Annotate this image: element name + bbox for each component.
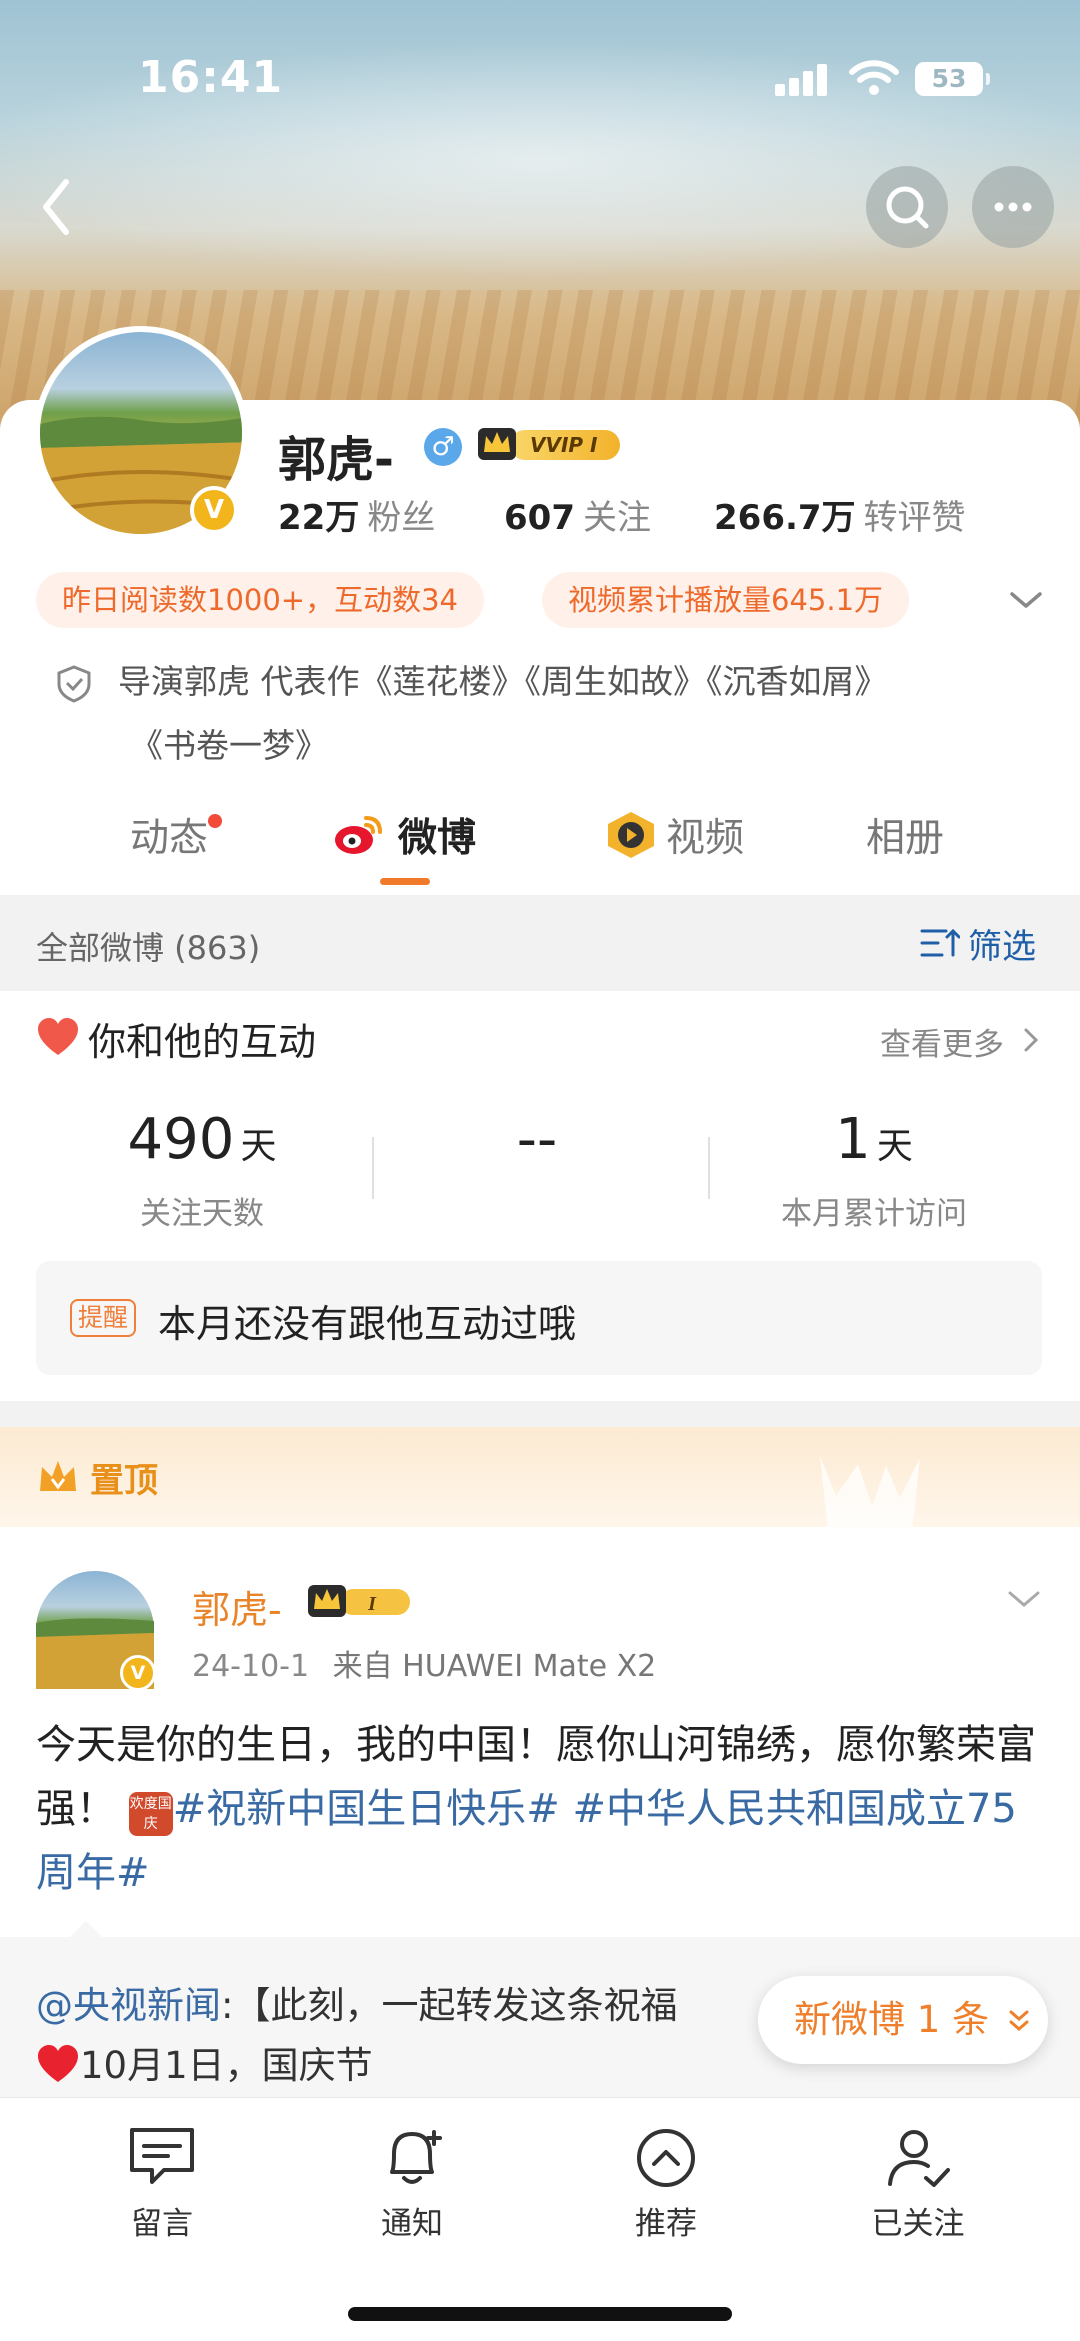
all-posts-count: 全部微博 (863) (36, 929, 261, 967)
vvip-label: VVIP I (510, 430, 620, 460)
mention-link[interactable]: @央视新闻 (36, 1984, 221, 2027)
bell-plus-icon (390, 2130, 442, 2184)
reading-stat-pill[interactable]: 昨日阅读数1000+，互动数34 (36, 572, 485, 628)
tab-weibo[interactable]: 微博 (398, 804, 476, 874)
video-play-icon (608, 812, 654, 858)
wifi-icon (849, 60, 899, 95)
stat-following[interactable]: 607 关注 (504, 490, 651, 539)
status-time: 16:41 (138, 52, 284, 103)
vvip-badge[interactable]: VVIP I (476, 424, 622, 464)
home-indicator (348, 2307, 732, 2321)
bio-line-2: 《书卷一梦》 (130, 726, 328, 765)
comment-button[interactable]: 留言 (62, 2124, 262, 2254)
search-icon (886, 186, 929, 229)
follow-days-stat: 490 天 关注天数 (127, 1107, 277, 1232)
male-gender-icon: ♂ (424, 428, 462, 466)
video-stat-pill[interactable]: 视频累计播放量645.1万 (542, 572, 910, 628)
section-gap (0, 1401, 1080, 1427)
repost-line-2: 10月1日，国庆节 (36, 2035, 373, 2089)
bottom-action-bar: 留言 通知 推荐 已关注 (0, 2097, 1080, 2341)
bio-line-1: 导演郭虎 代表作《莲花楼》《周生如故》《沉香如屑》 (118, 662, 888, 701)
profile-tabs: 动态 微博 视频 相册 (0, 790, 1080, 890)
svg-text:I: I (367, 1593, 377, 1615)
recommend-button[interactable]: 推荐 (566, 2124, 766, 2254)
shield-icon (57, 665, 91, 703)
filter-label: 筛选 (968, 927, 1036, 967)
filter-button[interactable]: 筛选 (920, 919, 1050, 969)
new-posts-button[interactable]: 新微博 1 条 (758, 1976, 1048, 2064)
pin-crown-icon (40, 1461, 76, 1491)
crown-icon (478, 428, 516, 460)
interaction-section: 你和他的互动 查看更多 490 天 关注天数 -- 1天 本月累计访问 提醒 本月… (0, 991, 1080, 1401)
view-more-link[interactable]: 查看更多 (880, 1019, 1004, 1064)
reminder-badge: 提醒 (70, 1299, 137, 1337)
notify-button[interactable]: 通知 (312, 2124, 512, 2254)
status-bar: 16:41 53 (0, 52, 1080, 112)
message-icon (130, 2128, 194, 2184)
chevron-down-icon[interactable] (1008, 586, 1044, 614)
post-verified-badge: V (120, 1655, 156, 1691)
tab-feed[interactable]: 动态 (130, 804, 223, 874)
repost-line-1: @央视新闻:【此刻，一起转发这条祝福 (36, 1984, 678, 2027)
stat-likes[interactable]: 266.7万 转评赞 (714, 490, 966, 539)
reminder-box: 提醒 本月还没有跟他互动过哦 (36, 1261, 1042, 1375)
back-icon[interactable] (26, 172, 86, 242)
battery-icon: 53 (915, 62, 990, 96)
post-meta: 24-10-1 来自 HUAWEI Mate X2 (192, 1641, 656, 1685)
chevron-right-icon (1024, 1028, 1039, 1052)
active-tab-indicator (380, 878, 430, 885)
post-source: 来自 HUAWEI Mate X2 (332, 1649, 657, 1684)
monthly-visits-stat: 1天 本月累计访问 (781, 1107, 967, 1232)
repost-notch (70, 1921, 102, 1937)
celebration-emoji-icon: 欢度国庆 (128, 1792, 173, 1836)
double-chevron-down-icon (1009, 2010, 1029, 2031)
profile-name: 郭虎- (278, 432, 394, 488)
verified-badge: V (190, 486, 238, 534)
followed-button[interactable]: 已关注 (818, 2124, 1018, 2254)
pinned-label: 置顶 (90, 1461, 158, 1501)
heart-icon (38, 1018, 78, 1055)
unread-dot (208, 814, 223, 828)
chevron-up-circle-icon (637, 2129, 695, 2187)
tab-album[interactable]: 相册 (866, 804, 944, 874)
middle-stat: -- (516, 1107, 558, 1172)
reminder-text: 本月还没有跟他互动过哦 (158, 1302, 577, 1346)
user-check-icon (888, 2130, 950, 2187)
interaction-title: 你和他的互动 (88, 1020, 317, 1064)
tab-video[interactable]: 视频 (666, 804, 744, 874)
new-posts-label: 新微博 1 条 (794, 1998, 990, 2041)
search-button[interactable] (866, 166, 948, 248)
post-author[interactable]: 郭虎- (192, 1579, 282, 1634)
filter-icon (920, 928, 960, 957)
filter-bar: 全部微博 (863) 筛选 (0, 895, 1080, 991)
chevron-down-icon[interactable] (1006, 1585, 1042, 1613)
red-heart-icon (38, 2045, 78, 2082)
stat-fans[interactable]: 22万 粉丝 (278, 490, 435, 539)
signal-icon (775, 62, 833, 96)
more-button[interactable] (972, 166, 1054, 248)
ellipsis-icon (994, 202, 1032, 212)
weibo-logo-icon (335, 816, 382, 854)
hashtag-link[interactable]: #祝新中国生日快乐# (173, 1786, 560, 1832)
post-body: 今天是你的生日，我的中国！愿你山河锦绣，愿你繁荣富强！ 欢度国庆 #祝新中国生日快… (36, 1722, 1036, 1896)
post-date: 24-10-1 (192, 1649, 310, 1684)
pinned-post[interactable]: V 郭虎- I 24-10-1 来自 HUAWEI Mate X2 今天是你的生… (0, 1527, 1080, 1937)
vip-crown-icon: I (308, 1585, 410, 1617)
